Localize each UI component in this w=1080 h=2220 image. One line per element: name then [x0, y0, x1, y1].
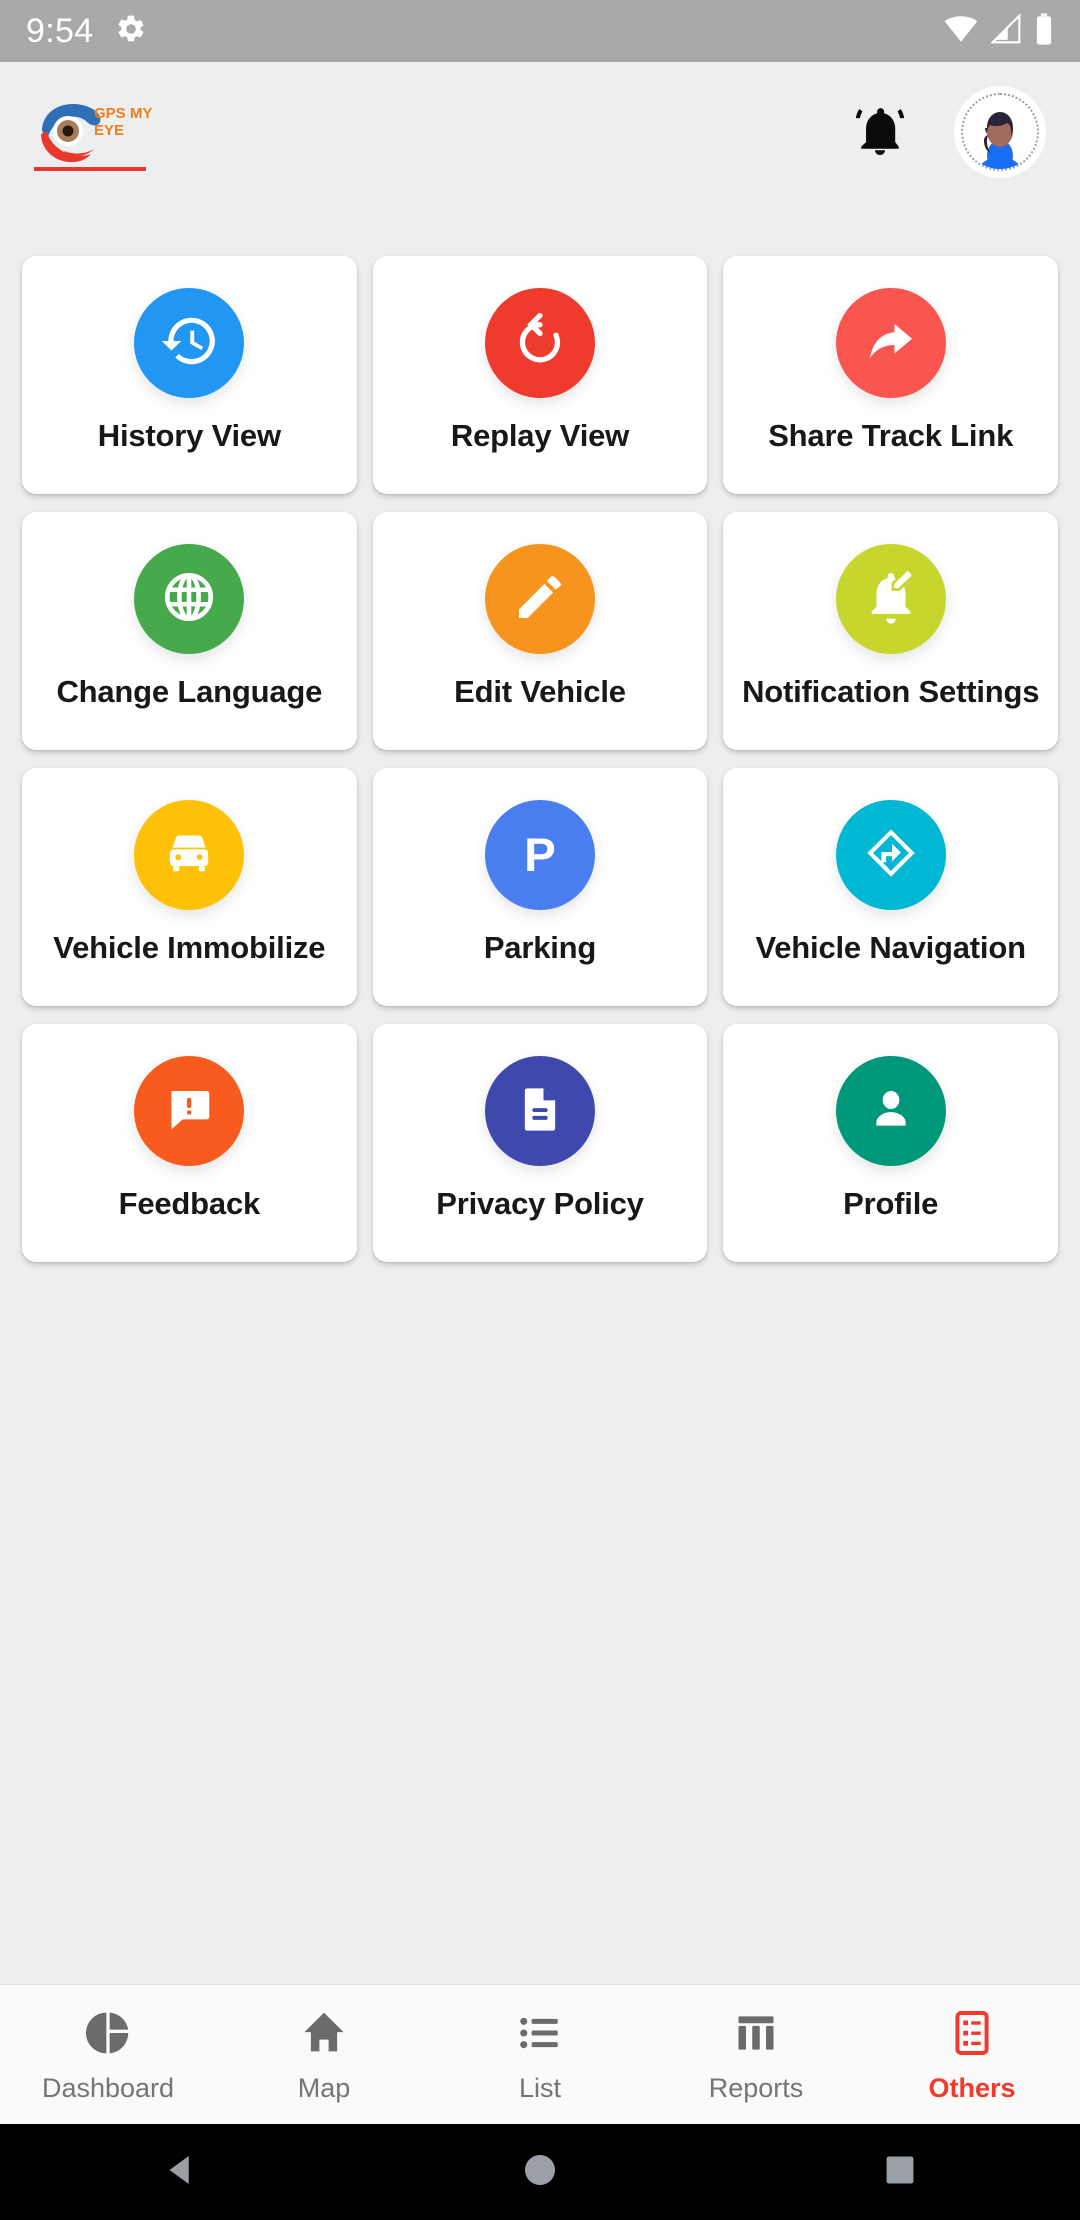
icon-circle	[484, 544, 595, 654]
pie-chart-icon	[83, 2008, 133, 2063]
status-bar-clock: 9:54	[26, 12, 94, 50]
grid-card-feedback[interactable]: Feedback	[22, 1024, 357, 1262]
logo-text: GPS MY EYE	[94, 105, 153, 139]
feedback-bubble-icon	[162, 1082, 216, 1141]
share-arrow-icon	[861, 311, 921, 376]
grid-list-icon	[947, 2008, 997, 2063]
header-actions	[850, 86, 1046, 178]
grid-card-label: Share Track Link	[768, 418, 1014, 453]
icon-circle	[134, 1056, 245, 1166]
list-icon	[515, 2008, 565, 2063]
home-circle-icon	[520, 2150, 560, 2195]
status-bar: 9:54	[0, 0, 1080, 62]
grid-card-label: Notification Settings	[742, 674, 1040, 709]
replay-rotate-icon	[510, 311, 570, 376]
globe-icon	[160, 568, 218, 631]
icon-circle	[484, 1056, 595, 1166]
grid-card-label: Parking	[483, 930, 597, 965]
bell-icon	[855, 102, 905, 163]
battery-icon	[1034, 12, 1054, 51]
grid-card-label: Privacy Policy	[436, 1186, 644, 1221]
grid-card-share-track-link[interactable]: Share Track Link	[723, 256, 1058, 494]
tab-label: List	[518, 2072, 562, 2103]
grid-card-replay-view[interactable]: Replay View	[372, 256, 708, 494]
grid-card-notification-settings[interactable]: Notification Settings	[723, 512, 1058, 750]
grid-card-label: Profile	[843, 1186, 939, 1221]
bar-chart-icon	[731, 2008, 781, 2063]
icon-circle	[484, 288, 595, 398]
wifi-icon	[944, 12, 978, 51]
grid-card-profile[interactable]: Profile	[723, 1024, 1058, 1262]
grid-card-vehicle-navigation[interactable]: Vehicle Navigation	[723, 768, 1058, 1006]
back-triangle-icon	[159, 2149, 201, 2196]
grid-card-history-view[interactable]: History View	[22, 256, 357, 494]
tab-list[interactable]: List	[432, 1985, 648, 2124]
avatar-inner	[961, 93, 1039, 171]
grid-card-label: Vehicle Immobilize	[53, 930, 326, 965]
avatar[interactable]	[954, 86, 1046, 178]
grid-card-vehicle-immobilize[interactable]: Vehicle Immobilize	[22, 768, 357, 1006]
app-screen: 9:54 GPS MY EYE History View Replay View…	[0, 0, 1080, 2220]
home-pin-icon	[299, 2008, 349, 2063]
bottom-tab-bar: Dashboard Map List Reports Others	[0, 1984, 1080, 2124]
tab-label: Others	[928, 2072, 1016, 2103]
grid-card-parking[interactable]: P Parking	[372, 768, 708, 1006]
android-back-button[interactable]	[120, 2124, 240, 2220]
edit-notifications-icon	[862, 567, 920, 631]
grid-card-edit-vehicle[interactable]: Edit Vehicle	[372, 512, 708, 750]
tab-label: Dashboard	[41, 2072, 175, 2103]
main-content: History View Replay View Share Track Lin…	[0, 202, 1080, 1984]
status-bar-right	[944, 12, 1054, 51]
settings-gear-icon	[115, 13, 147, 50]
grid-card-label: Edit Vehicle	[454, 674, 626, 709]
icon-circle	[835, 800, 946, 910]
app-header: GPS MY EYE	[0, 62, 1080, 202]
person-icon	[864, 1082, 918, 1141]
tab-others[interactable]: Others	[864, 1985, 1080, 2124]
icon-circle	[134, 288, 245, 398]
icon-circle	[835, 1056, 946, 1166]
pencil-edit-icon	[512, 569, 568, 630]
logo-underline	[34, 167, 146, 171]
grid-card-label: Replay View	[450, 418, 630, 453]
grid-card-privacy-policy[interactable]: Privacy Policy	[372, 1024, 708, 1262]
navigation-diamond-icon	[862, 824, 920, 887]
notification-bell-button[interactable]	[850, 99, 910, 165]
grid-card-label: Vehicle Navigation	[755, 930, 1026, 965]
grid-card-label: Change Language	[56, 674, 323, 709]
icon-circle	[835, 544, 946, 654]
feature-grid: History View Replay View Share Track Lin…	[22, 256, 1058, 1262]
icon-circle	[134, 800, 245, 910]
svg-text:P: P	[524, 829, 556, 882]
document-icon	[514, 1083, 566, 1140]
tab-reports[interactable]: Reports	[648, 1985, 864, 2124]
grid-card-label: History View	[97, 418, 281, 453]
cellular-signal-icon	[990, 12, 1022, 50]
android-home-button[interactable]	[480, 2124, 600, 2220]
tab-dashboard[interactable]: Dashboard	[0, 1985, 216, 2124]
parking-p-icon: P	[510, 823, 570, 888]
icon-circle: P	[484, 800, 595, 910]
tab-label: Map	[297, 2072, 351, 2103]
icon-circle	[134, 544, 245, 654]
grid-card-change-language[interactable]: Change Language	[22, 512, 357, 750]
gps-my-eye-logo: GPS MY EYE	[34, 89, 162, 175]
tab-map[interactable]: Map	[216, 1985, 432, 2124]
car-front-icon	[161, 825, 217, 886]
icon-circle	[835, 288, 946, 398]
status-bar-left: 9:54	[26, 13, 147, 50]
grid-card-label: Feedback	[118, 1186, 261, 1221]
tab-label: Reports	[708, 2072, 804, 2103]
history-clock-icon	[158, 310, 220, 377]
android-navigation-bar	[0, 2124, 1080, 2220]
android-recents-button[interactable]	[840, 2124, 960, 2220]
recents-square-icon	[881, 2151, 919, 2194]
